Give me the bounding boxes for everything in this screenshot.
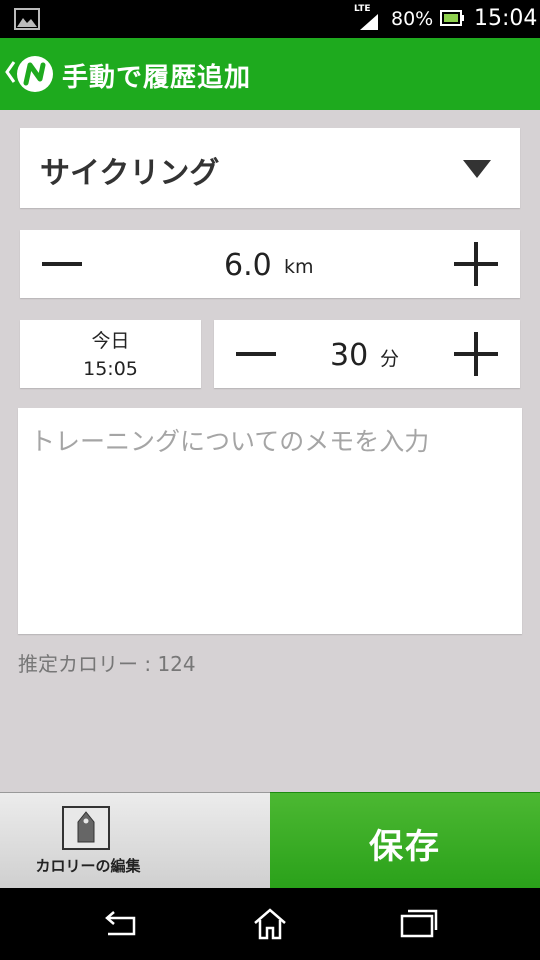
duration-stepper: 30 分 xyxy=(214,320,520,388)
memo-input[interactable] xyxy=(18,408,522,634)
back-icon[interactable] xyxy=(100,908,140,940)
estimated-calories: 推定カロリー : 124 xyxy=(18,652,196,676)
gallery-icon xyxy=(14,8,40,30)
tag-icon xyxy=(62,806,110,850)
activity-select[interactable]: サイクリング xyxy=(20,128,520,208)
distance-value: 6.0 xyxy=(224,248,272,283)
battery-icon xyxy=(440,10,464,26)
edit-calories-label: カロリーの編集 xyxy=(35,857,141,875)
date-picker[interactable]: 今日 15:05 xyxy=(20,320,201,388)
plus-icon[interactable] xyxy=(454,242,498,286)
distance-stepper: 6.0 km xyxy=(20,230,520,298)
status-clock: 15:04 xyxy=(474,6,538,31)
minus-icon[interactable] xyxy=(42,244,82,284)
app-bar: 手動で履歴追加 xyxy=(0,38,540,110)
home-icon[interactable] xyxy=(252,906,288,942)
app-logo-icon[interactable] xyxy=(16,55,54,93)
duration-unit: 分 xyxy=(380,348,400,370)
page-title: 手動で履歴追加 xyxy=(62,63,252,93)
status-bar: LTE 80% 15:04 xyxy=(0,0,540,38)
save-label: 保存 xyxy=(369,827,441,867)
minus-icon[interactable] xyxy=(236,334,276,374)
recent-apps-icon[interactable] xyxy=(400,908,438,938)
plus-icon[interactable] xyxy=(454,332,498,376)
duration-value: 30 xyxy=(330,338,369,373)
distance-unit: km xyxy=(284,256,314,278)
signal-icon: LTE xyxy=(354,4,384,30)
dropdown-triangle-icon xyxy=(463,160,491,178)
date-time: 15:05 xyxy=(83,358,138,380)
back-chevron-icon[interactable] xyxy=(4,59,16,85)
system-nav-bar xyxy=(0,888,540,960)
date-day: 今日 xyxy=(91,330,130,352)
edit-calories-button[interactable]: カロリーの編集 xyxy=(0,792,270,889)
memo-box xyxy=(18,408,522,634)
activity-selected-value: サイクリング xyxy=(40,156,220,191)
battery-percent: 80% xyxy=(391,8,434,30)
network-type: LTE xyxy=(354,4,371,14)
save-button[interactable]: 保存 xyxy=(270,792,540,889)
